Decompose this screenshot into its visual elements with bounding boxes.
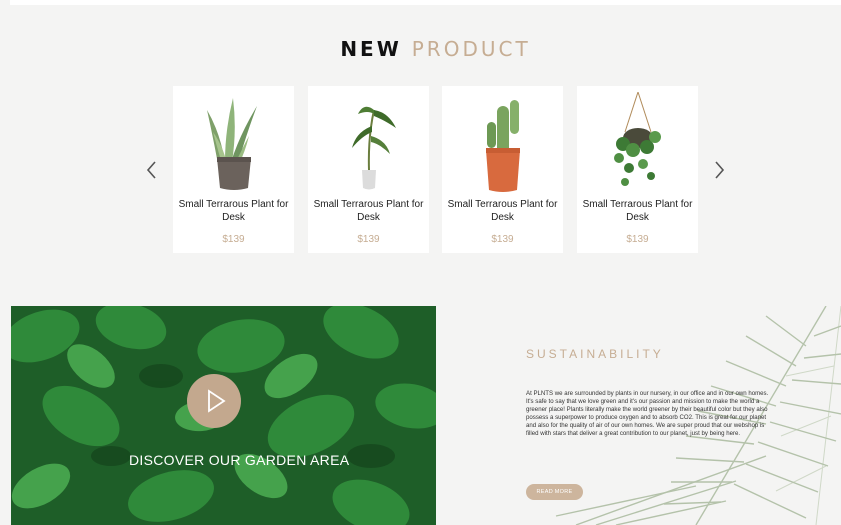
chevron-left-icon <box>146 161 156 179</box>
product-card[interactable]: Small Terrarous Plant for Desk $139 <box>577 86 698 253</box>
title-word-new: NEW <box>340 37 402 61</box>
product-card[interactable]: Small Terrarous Plant for Desk $139 <box>442 86 563 253</box>
cactus-icon <box>486 100 520 192</box>
product-name: Small Terrarous Plant for Desk <box>582 199 693 223</box>
read-more-button[interactable]: READ MORE <box>526 484 583 500</box>
page: NEW PRODUCT Small Terrarous Plant for De… <box>0 0 841 525</box>
product-card[interactable]: Small Terrarous Plant for Desk $139 <box>308 86 429 253</box>
play-icon <box>208 389 226 413</box>
product-name: Small Terrarous Plant for Desk <box>178 199 289 223</box>
title-word-product: PRODUCT <box>411 37 531 61</box>
palm-seedling-icon <box>352 106 396 190</box>
product-price: $139 <box>626 234 649 245</box>
product-card[interactable]: Small Terrarous Plant for Desk $139 <box>173 86 294 253</box>
carousel-next-button[interactable] <box>712 160 726 180</box>
sustainability-text: At PLNTS we are surrounded by plants in … <box>526 390 769 438</box>
garden-label: DISCOVER OUR GARDEN AREA <box>129 452 350 468</box>
section-title: NEW PRODUCT <box>0 37 841 61</box>
product-price: $139 <box>222 234 245 245</box>
product-price: $139 <box>357 234 380 245</box>
header-strip <box>10 0 841 5</box>
hanging-plant-icon <box>614 92 661 186</box>
product-name: Small Terrarous Plant for Desk <box>313 199 424 223</box>
carousel-prev-button[interactable] <box>145 160 159 180</box>
snake-plant-icon <box>207 98 257 190</box>
sustainability-title: SUSTAINABILITY <box>526 347 664 361</box>
play-button[interactable] <box>187 374 241 428</box>
product-price: $139 <box>491 234 514 245</box>
chevron-right-icon <box>715 161 725 179</box>
product-name: Small Terrarous Plant for Desk <box>447 199 558 223</box>
